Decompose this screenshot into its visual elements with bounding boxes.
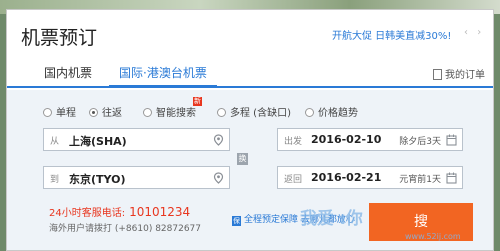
page-title: 机票预订 <box>21 27 98 49</box>
calendar-icon <box>446 134 457 146</box>
radio-icon <box>43 108 52 117</box>
radio-selected-icon <box>89 108 98 117</box>
from-label: 从 <box>50 137 60 147</box>
tab-bar: 国内机票 国际·港澳台机票 我的订单 <box>7 58 493 88</box>
radio-icon <box>305 108 314 117</box>
from-city-value: 上海(SHA) <box>69 135 127 148</box>
next-arrow-icon[interactable]: › <box>477 27 481 38</box>
order-list-icon <box>433 69 442 80</box>
flight-booking-panel: 机票预订 开航大促 日韩美直减30%! ‹ › 国内机票 国际·港澳台机票 我的… <box>6 9 494 251</box>
to-label: 到 <box>50 175 60 185</box>
trip-type-label: 往返 <box>102 108 122 119</box>
to-city-value: 东京(TYO) <box>69 173 126 186</box>
radio-icon <box>217 108 226 117</box>
promo-text: 开航大促 日韩美直减30%! <box>332 31 452 42</box>
watermark-url: www.52ij.com <box>405 232 461 241</box>
trip-type-roundtrip[interactable]: 往返 <box>89 104 122 119</box>
return-label: 返回 <box>284 175 303 185</box>
trip-type-smart-search[interactable]: 智能搜索 新 <box>143 97 202 119</box>
trip-type-multi[interactable]: 多程 (含缺口) <box>217 104 291 119</box>
return-date-note: 元宵前1天 <box>399 175 441 185</box>
hotline: 24小时客服电话: 10101234 <box>49 204 190 219</box>
return-date-value: 2016-02-21 <box>311 171 382 184</box>
swap-cities-button[interactable]: 换 <box>237 153 248 165</box>
return-date-input[interactable]: 返回 2016-02-21 元宵前1天 <box>277 166 463 189</box>
location-pin-icon <box>213 134 224 146</box>
trip-type-label: 价格趋势 <box>318 108 358 119</box>
hotline-number: 10101234 <box>129 205 191 219</box>
location-pin-icon <box>213 172 224 184</box>
calendar-icon <box>446 172 457 184</box>
to-city-input[interactable]: 到 东京(TYO) <box>43 166 230 189</box>
trip-type-oneway[interactable]: 单程 <box>43 104 76 119</box>
prev-arrow-icon[interactable]: ‹ <box>464 27 468 38</box>
trip-type-label: 多程 (含缺口) <box>230 108 291 119</box>
depart-label: 出发 <box>284 137 303 147</box>
my-orders-link[interactable]: 我的订单 <box>433 66 485 81</box>
tab-domestic[interactable]: 国内机票 <box>44 64 92 81</box>
intl-hotline: 海外用户请拨打 (+8610) 82872677 <box>49 224 201 234</box>
depart-date-input[interactable]: 出发 2016-02-10 除夕后3天 <box>277 128 463 151</box>
promo-arrows: ‹ › <box>464 27 487 38</box>
promo-link[interactable]: 开航大促 日韩美直减30%! <box>332 27 451 42</box>
trip-type-label: 单程 <box>56 108 76 119</box>
from-city-input[interactable]: 从 上海(SHA) <box>43 128 230 151</box>
watermark-logo: 我爱 ı你 <box>300 209 363 229</box>
my-orders-label: 我的订单 <box>445 70 485 81</box>
hotline-label: 24小时客服电话: <box>49 208 126 219</box>
trip-type-label: 智能搜索 <box>156 108 196 119</box>
depart-date-value: 2016-02-10 <box>311 133 382 146</box>
new-badge: 新 <box>193 97 202 106</box>
radio-icon <box>143 108 152 117</box>
shield-icon: 保 <box>232 216 241 226</box>
trip-type-price-trend[interactable]: 价格趋势 <box>305 104 358 119</box>
depart-date-note: 除夕后3天 <box>399 137 441 147</box>
search-form: 单程 往返 智能搜索 新 多程 (含缺口) 价格趋势 从 上海(SHA) 到 东… <box>7 90 493 250</box>
tab-international[interactable]: 国际·港澳台机票 <box>109 58 217 88</box>
